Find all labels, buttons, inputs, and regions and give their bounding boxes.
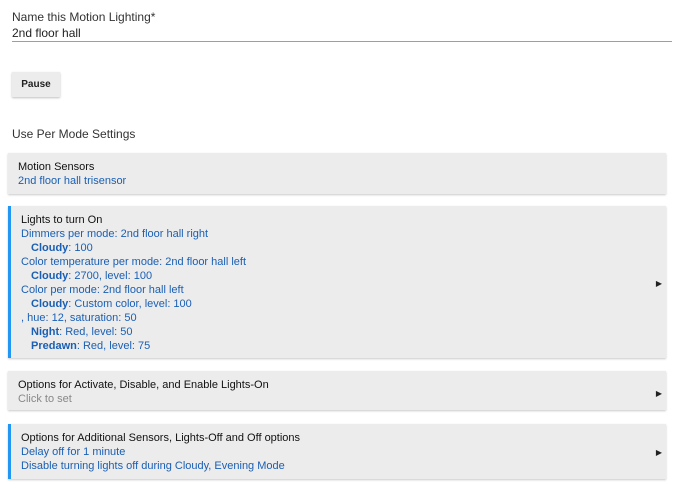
options-activate-title: Options for Activate, Disable, and Enabl… (18, 379, 269, 391)
use-per-mode-settings-label: Use Per Mode Settings (12, 127, 136, 141)
dimmers-cloudy-line: Cloudy: 100 (21, 241, 656, 255)
motion-lighting-name-input[interactable] (12, 25, 672, 42)
motion-sensors-title: Motion Sensors (18, 161, 95, 173)
night-value: : Red, level: 50 (59, 326, 133, 338)
pause-button[interactable]: Pause (12, 72, 60, 97)
motion-sensors-value: 2nd floor hall trisensor (18, 175, 127, 187)
night-mode: Night (31, 326, 60, 338)
name-field-label: Name this Motion Lighting* (12, 10, 156, 24)
triangle-right-icon[interactable]: ▶ (652, 277, 666, 291)
lights-on-title: Lights to turn On (21, 214, 103, 226)
dimmers-cloudy-mode: Cloudy (31, 242, 69, 254)
options-additional-card[interactable]: Options for Additional Sensors, Lights-O… (8, 424, 666, 479)
lights-to-turn-on-card[interactable]: Lights to turn On Dimmers per mode: 2nd … (8, 206, 666, 358)
triangle-right-icon[interactable]: ▶ (652, 387, 666, 401)
options-activate-subtitle: Click to set (18, 393, 72, 405)
predawn-value: : Red, level: 75 (76, 340, 151, 352)
disable-lights-off-line: Disable turning lights off during Cloudy… (21, 460, 285, 472)
color-per-mode-line: Color per mode: 2nd floor hall left (21, 284, 184, 296)
dimmers-cloudy-value: : 100 (68, 242, 93, 254)
predawn-line: Predawn: Red, level: 75 (21, 339, 656, 353)
color-cloudy-mode: Cloudy (31, 298, 69, 310)
predawn-mode: Predawn (31, 340, 77, 352)
triangle-right-icon[interactable]: ▶ (652, 446, 666, 460)
motion-sensors-card[interactable]: Motion Sensors 2nd floor hall trisensor (8, 153, 666, 194)
options-additional-title: Options for Additional Sensors, Lights-O… (21, 432, 301, 444)
delay-off-line: Delay off for 1 minute (21, 446, 126, 458)
color-temp-per-mode-line: Color temperature per mode: 2nd floor ha… (21, 256, 247, 268)
hue-saturation-line: , hue: 12, saturation: 50 (21, 312, 137, 324)
night-line: Night: Red, level: 50 (21, 325, 656, 339)
color-temp-cloudy-mode: Cloudy (31, 270, 69, 282)
dimmers-per-mode-line: Dimmers per mode: 2nd floor hall right (21, 228, 209, 240)
color-cloudy-value: : Custom color, level: 100 (68, 298, 192, 310)
options-activate-card[interactable]: Options for Activate, Disable, and Enabl… (8, 371, 666, 410)
color-temp-cloudy-value: : 2700, level: 100 (68, 270, 153, 282)
color-cloudy-line: Cloudy: Custom color, level: 100 (21, 297, 656, 311)
color-temp-cloudy-line: Cloudy: 2700, level: 100 (21, 269, 656, 283)
